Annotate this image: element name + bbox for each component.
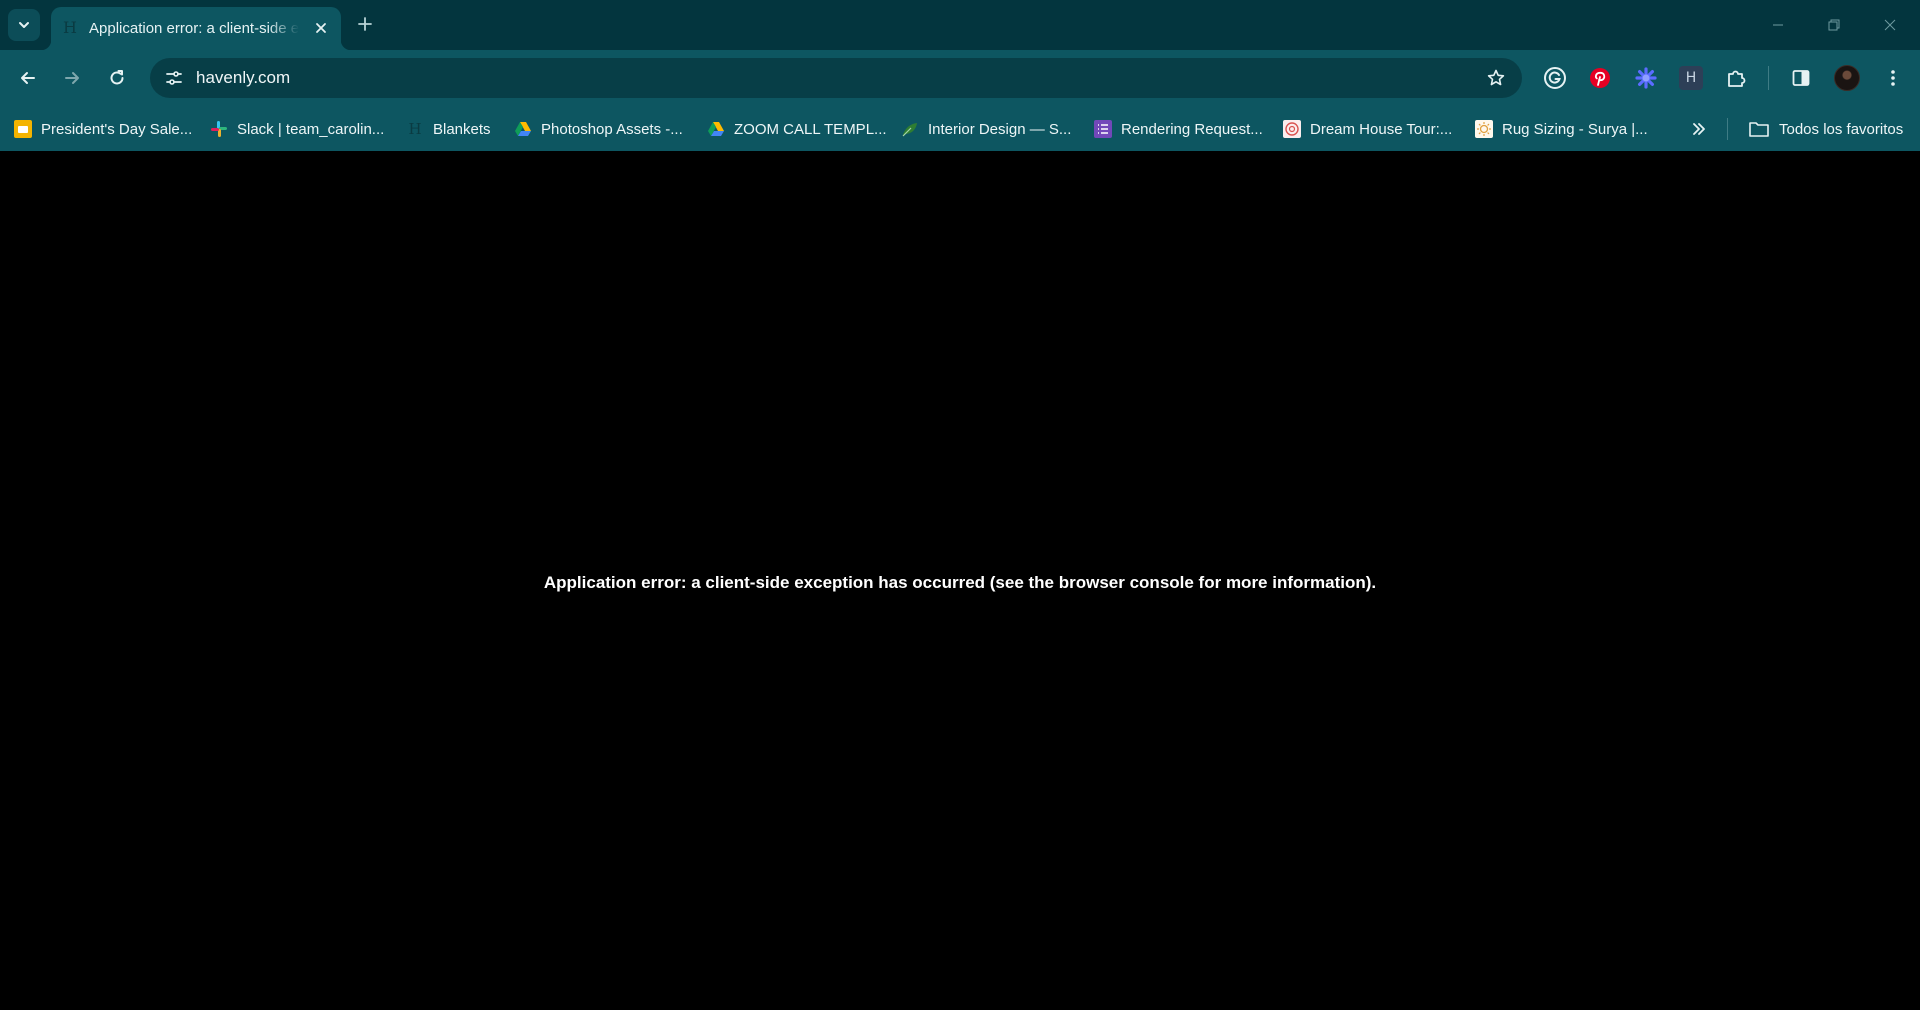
restore-icon xyxy=(1828,19,1840,31)
error-message: Application error: a client-side excepti… xyxy=(543,573,1377,592)
bookmark-blankets[interactable]: H Blankets xyxy=(406,116,491,142)
all-bookmarks-button[interactable]: Todos los favoritos xyxy=(1748,116,1903,142)
folder-icon xyxy=(1748,120,1770,138)
double-chevron-right-icon xyxy=(1693,123,1705,135)
kebab-menu-icon xyxy=(1891,70,1895,86)
page-content: Application error: a client-side excepti… xyxy=(0,151,1920,1010)
bookmark-slack[interactable]: Slack | team_carolin... xyxy=(210,116,384,142)
window-close-button[interactable] xyxy=(1862,0,1918,50)
bookmark-zoom-call-template[interactable]: ZOOM CALL TEMPL... xyxy=(707,116,887,142)
tab-strip: H Application error: a client-side excep… xyxy=(0,0,1920,50)
arrow-left-icon xyxy=(21,72,35,84)
bookmark-presidents-day-sale[interactable]: President's Day Sale... xyxy=(14,116,192,142)
bookmark-photoshop-assets[interactable]: Photoshop Assets -... xyxy=(514,116,683,142)
toolbar-divider xyxy=(1768,66,1769,90)
google-drive-icon xyxy=(707,120,725,138)
side-panel-button[interactable] xyxy=(1788,65,1814,91)
grammarly-extension-button[interactable] xyxy=(1542,65,1568,91)
bookmark-label: Dream House Tour:... xyxy=(1310,120,1453,138)
address-bar[interactable]: havenly.com xyxy=(150,58,1522,98)
bookmark-rendering-request[interactable]: Rendering Request... xyxy=(1094,116,1263,142)
browser-menu-button[interactable] xyxy=(1880,65,1906,91)
arrow-right-icon xyxy=(65,72,79,84)
leaf-icon xyxy=(901,120,919,138)
bookmarks-overflow-button[interactable] xyxy=(1688,116,1710,142)
bookmark-interior-design[interactable]: Interior Design — S... xyxy=(901,116,1071,142)
bookmark-star-button[interactable] xyxy=(1482,64,1510,92)
plus-icon xyxy=(358,17,372,31)
bookmark-dream-house-tour[interactable]: Dream House Tour:... xyxy=(1283,116,1452,142)
side-panel-icon xyxy=(1792,70,1810,86)
pinterest-icon xyxy=(1590,68,1610,88)
bookmark-label: Slack | team_carolin... xyxy=(237,120,385,138)
close-icon xyxy=(1884,19,1896,31)
bookmark-label: Blankets xyxy=(433,120,491,138)
havenly-extension-icon: H xyxy=(1679,66,1703,90)
bookmarks-divider xyxy=(1727,118,1728,140)
bookmarks-bar: President's Day Sale... Slack | team_car… xyxy=(0,106,1920,151)
avatar xyxy=(1834,65,1860,91)
tune-icon xyxy=(166,71,182,85)
form-list-icon xyxy=(1094,120,1112,138)
flower-extension-button[interactable] xyxy=(1633,65,1659,91)
bookmark-label: President's Day Sale... xyxy=(41,120,193,138)
tab-active[interactable]: H Application error: a client-side excep… xyxy=(41,7,351,50)
chevron-down-icon xyxy=(19,22,29,28)
havenly-extension-button[interactable]: H xyxy=(1678,65,1704,91)
tab-title: Application error: a client-side excepti… xyxy=(89,20,299,37)
google-drive-icon xyxy=(514,120,532,138)
close-icon xyxy=(316,23,326,33)
site-info-button[interactable] xyxy=(160,64,188,92)
minimize-button[interactable] xyxy=(1750,0,1806,50)
restore-button[interactable] xyxy=(1806,0,1862,50)
tab-search-button[interactable] xyxy=(8,9,40,41)
bookmark-label: Photoshop Assets -... xyxy=(541,120,683,138)
browser-toolbar: havenly.com H xyxy=(0,50,1920,106)
all-bookmarks-label: Todos los favoritos xyxy=(1779,120,1904,138)
extensions-button[interactable] xyxy=(1723,65,1749,91)
google-slides-icon xyxy=(14,120,32,138)
bookmark-label: ZOOM CALL TEMPL... xyxy=(734,120,887,138)
flower-extension-icon xyxy=(1635,67,1657,89)
tab-close-button[interactable] xyxy=(311,18,331,38)
back-button[interactable] xyxy=(12,62,44,94)
bookmark-label: Rendering Request... xyxy=(1121,120,1263,138)
badge-icon xyxy=(1283,120,1301,138)
bookmark-label: Interior Design — S... xyxy=(928,120,1072,138)
surya-icon xyxy=(1475,120,1493,138)
puzzle-icon xyxy=(1728,70,1746,87)
minimize-icon xyxy=(1773,24,1783,26)
havenly-h-icon: H xyxy=(63,18,77,37)
profile-button[interactable] xyxy=(1834,65,1860,91)
star-icon xyxy=(1487,69,1505,86)
new-tab-button[interactable] xyxy=(352,11,378,37)
slack-icon xyxy=(210,120,228,138)
bookmark-rug-sizing-surya[interactable]: Rug Sizing - Surya |... xyxy=(1475,116,1648,142)
havenly-h-icon: H xyxy=(408,120,422,138)
url-text[interactable]: havenly.com xyxy=(196,68,290,88)
bookmark-label: Rug Sizing - Surya |... xyxy=(1502,120,1648,138)
grammarly-icon xyxy=(1544,67,1566,89)
pinterest-extension-button[interactable] xyxy=(1587,65,1613,91)
forward-button[interactable] xyxy=(56,62,88,94)
reload-icon xyxy=(110,70,124,85)
reload-button[interactable] xyxy=(101,62,133,94)
